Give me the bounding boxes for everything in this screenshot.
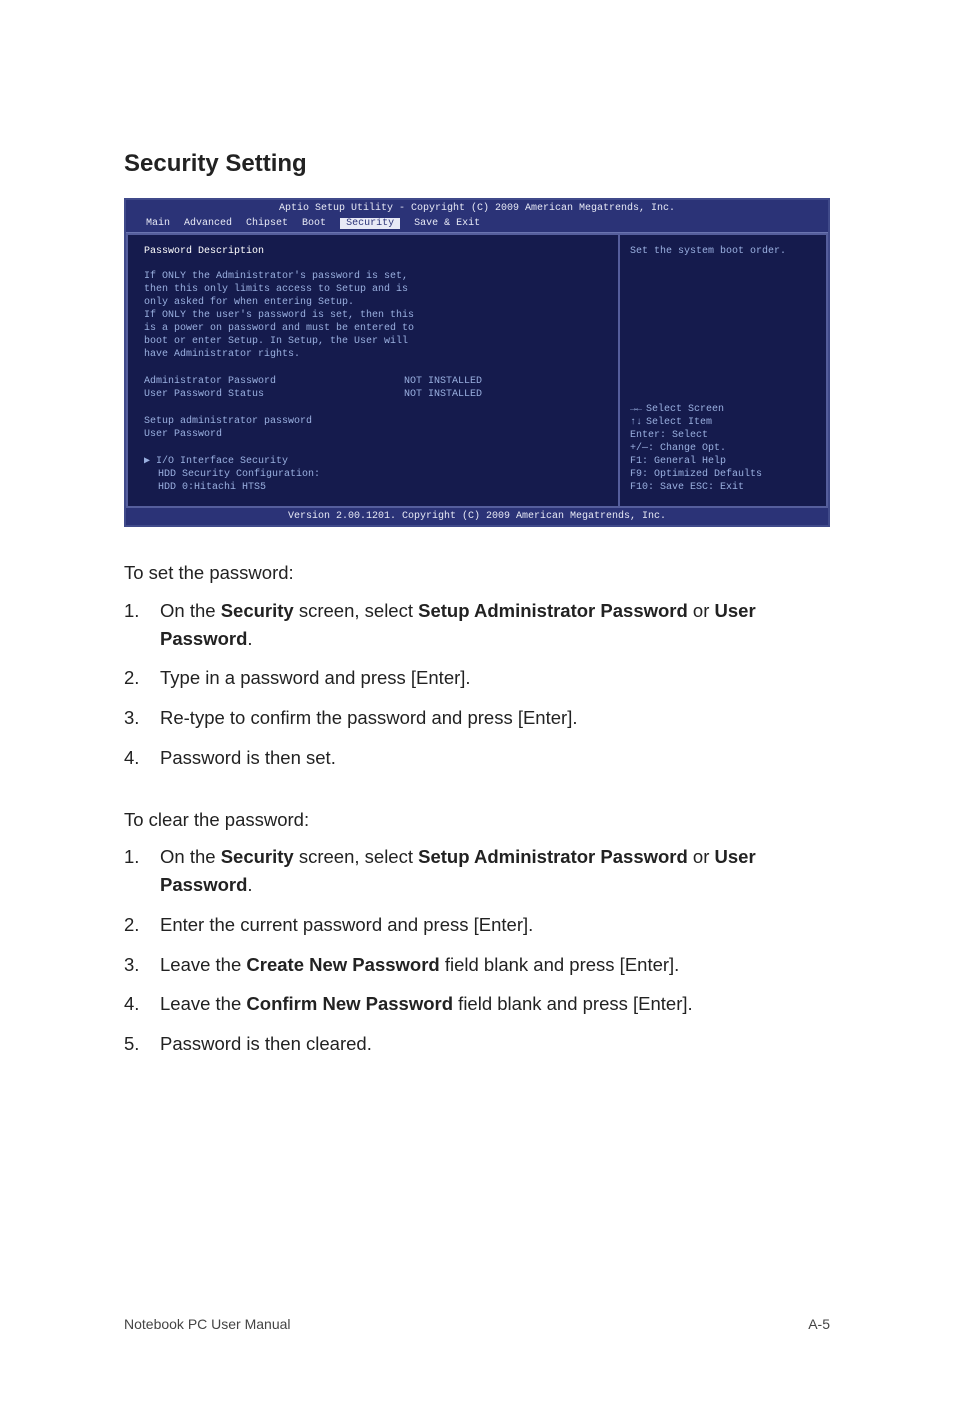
- bios-status-label: User Password Status: [144, 388, 404, 401]
- step-text: Type in a password and press [Enter].: [160, 664, 830, 692]
- bios-desc-line: If ONLY the Administrator's password is …: [144, 270, 602, 283]
- bios-extra-line: HDD 0:Hitachi HTS5: [144, 481, 602, 494]
- bios-tab-advanced[interactable]: Advanced: [184, 218, 232, 229]
- step-number: 2.: [124, 664, 160, 692]
- bios-submenus: ▶ I/O Interface SecurityHDD Security Con…: [144, 455, 602, 494]
- bios-status-label: Administrator Password: [144, 375, 404, 388]
- list-item: 1.On the Security screen, select Setup A…: [124, 839, 830, 907]
- bios-submenu-label[interactable]: I/O Interface Security: [156, 456, 288, 467]
- bios-nav-key: +/—: Change Opt.: [630, 442, 816, 455]
- list-item: 2.Enter the current password and press […: [124, 907, 830, 947]
- list-item: 1.On the Security screen, select Setup A…: [124, 593, 830, 661]
- set-password-lead: To set the password:: [124, 559, 830, 587]
- bios-tab-save-exit[interactable]: Save & Exit: [414, 218, 480, 229]
- list-item: 4.Leave the Confirm New Password field b…: [124, 986, 830, 1026]
- clear-password-lead: To clear the password:: [124, 806, 830, 834]
- list-item: 5.Password is then cleared.: [124, 1026, 830, 1066]
- bios-nav-key: Enter: Select: [630, 429, 816, 442]
- bios-tabs: Main Advanced Chipset Boot Security Save & Ex…: [126, 217, 828, 232]
- bios-status-row: Administrator PasswordNOT INSTALLED: [144, 375, 602, 388]
- step-text: Password is then cleared.: [160, 1030, 830, 1058]
- bios-password-status-rows: Administrator PasswordNOT INSTALLEDUser …: [144, 375, 602, 401]
- bios-desc-line: is a power on password and must be enter…: [144, 322, 602, 335]
- page-footer: Notebook PC User Manual A-5: [124, 1316, 830, 1332]
- step-text: On the Security screen, select Setup Adm…: [160, 843, 830, 899]
- bios-nav-key: F9: Optimized Defaults: [630, 468, 816, 481]
- step-text: On the Security screen, select Setup Adm…: [160, 597, 830, 653]
- bios-desc-line: boot or enter Setup. In Setup, the User …: [144, 335, 602, 348]
- step-number: 3.: [124, 951, 160, 979]
- bios-submenu[interactable]: ▶ I/O Interface Security: [144, 455, 602, 468]
- triangle-right-icon: ▶: [144, 456, 156, 467]
- bios-desc-line: have Administrator rights.: [144, 348, 602, 361]
- step-number: 3.: [124, 704, 160, 732]
- bios-panel: Aptio Setup Utility - Copyright (C) 2009…: [124, 198, 830, 527]
- step-number: 5.: [124, 1030, 160, 1058]
- bios-password-desc-header: Password Description: [144, 245, 602, 258]
- bios-action-item[interactable]: Setup administrator password: [144, 415, 602, 428]
- list-item: 2.Type in a password and press [Enter].: [124, 660, 830, 700]
- step-number: 4.: [124, 744, 160, 772]
- bios-extra-line: HDD Security Configuration:: [144, 468, 602, 481]
- bios-tab-security[interactable]: Security: [340, 218, 400, 229]
- bios-tab-chipset[interactable]: Chipset: [246, 218, 288, 229]
- bios-nav-key: Select Item: [630, 416, 816, 429]
- bios-password-desc-text: If ONLY the Administrator's password is …: [144, 270, 602, 361]
- bios-nav-key: Select Screen: [630, 403, 816, 416]
- step-text: Enter the current password and press [En…: [160, 911, 830, 939]
- list-item: 3.Leave the Create New Password field bl…: [124, 947, 830, 987]
- set-password-steps: 1.On the Security screen, select Setup A…: [124, 593, 830, 780]
- bios-nav-keys: Select ScreenSelect ItemEnter: Select+/—…: [630, 403, 816, 494]
- step-number: 1.: [124, 843, 160, 899]
- bios-help-text: Set the system boot order.: [630, 245, 816, 258]
- step-text: Password is then set.: [160, 744, 830, 772]
- step-text: Re-type to confirm the password and pres…: [160, 704, 830, 732]
- bios-password-actions: Setup administrator passwordUser Passwor…: [144, 415, 602, 441]
- list-item: 3.Re-type to confirm the password and pr…: [124, 700, 830, 740]
- bios-footer: Version 2.00.1201. Copyright (C) 2009 Am…: [126, 508, 828, 525]
- bios-nav-key: F1: General Help: [630, 455, 816, 468]
- bios-tab-main[interactable]: Main: [146, 218, 170, 229]
- bios-desc-line: only asked for when entering Setup.: [144, 296, 602, 309]
- bios-desc-line: then this only limits access to Setup an…: [144, 283, 602, 296]
- step-text: Leave the Confirm New Password field bla…: [160, 990, 830, 1018]
- bios-nav-key: F10: Save ESC: Exit: [630, 481, 816, 494]
- bios-status-value: NOT INSTALLED: [404, 375, 482, 388]
- step-text: Leave the Create New Password field blan…: [160, 951, 830, 979]
- bios-status-value: NOT INSTALLED: [404, 388, 482, 401]
- footer-left: Notebook PC User Manual: [124, 1316, 291, 1332]
- bios-status-row: User Password StatusNOT INSTALLED: [144, 388, 602, 401]
- bios-tab-boot[interactable]: Boot: [302, 218, 326, 229]
- footer-right: A-5: [808, 1316, 830, 1332]
- step-number: 1.: [124, 597, 160, 653]
- step-number: 4.: [124, 990, 160, 1018]
- bios-desc-line: If ONLY the user's password is set, then…: [144, 309, 602, 322]
- bios-action-item[interactable]: User Password: [144, 428, 602, 441]
- clear-password-steps: 1.On the Security screen, select Setup A…: [124, 839, 830, 1066]
- bios-left-pane: Password Description If ONLY the Adminis…: [126, 233, 618, 508]
- step-number: 2.: [124, 911, 160, 939]
- list-item: 4.Password is then set.: [124, 740, 830, 780]
- section-heading: Security Setting: [124, 150, 830, 178]
- bios-titlebar: Aptio Setup Utility - Copyright (C) 2009…: [126, 200, 828, 217]
- bios-help-pane: Set the system boot order. Select Screen…: [618, 233, 828, 508]
